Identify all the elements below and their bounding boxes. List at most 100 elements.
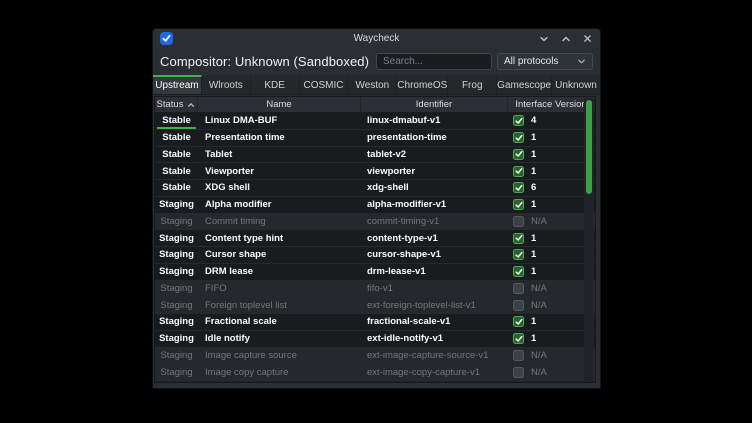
- table-row[interactable]: StableXDG shellxdg-shell6: [155, 180, 595, 197]
- window-title: Waycheck: [153, 33, 600, 44]
- titlebar[interactable]: Waycheck: [153, 29, 600, 48]
- interface-version-cell: 1: [508, 314, 595, 330]
- status-cell: Stable: [155, 163, 198, 179]
- waycheck-window: Waycheck Compositor: Unknown (Sandboxed): [152, 28, 601, 389]
- table-row[interactable]: StableTablettablet-v21: [155, 147, 595, 164]
- name-cell: Tablet: [198, 147, 361, 163]
- name-cell: Presentation time: [198, 130, 361, 146]
- table-row[interactable]: StagingFractional scalefractional-scale-…: [155, 314, 595, 331]
- tab-wlroots[interactable]: Wlroots: [202, 75, 251, 94]
- minimize-button[interactable]: [538, 33, 549, 44]
- status-cell: Stable: [155, 180, 198, 196]
- name-cell: FIFO: [198, 281, 361, 297]
- tab-weston[interactable]: Weston: [348, 75, 397, 94]
- table-row[interactable]: StagingIdle notifyext-idle-notify-v11: [155, 331, 595, 348]
- table-header: Status Name Identifier Interface Version: [155, 97, 595, 113]
- identifier-cell: fifo-v1: [361, 281, 508, 297]
- table-row[interactable]: StablePresentation timepresentation-time…: [155, 130, 595, 147]
- version-value: 1: [531, 149, 536, 160]
- tab-frog[interactable]: Frog: [448, 75, 497, 94]
- compositor-label: Compositor: Unknown (Sandboxed): [160, 54, 369, 69]
- tab-unknown[interactable]: Unknown: [552, 75, 600, 94]
- tab-gamescope[interactable]: Gamescope: [497, 75, 552, 94]
- table-row[interactable]: StableLinux DMA-BUFlinux-dmabuf-v14: [155, 113, 595, 130]
- checkbox-unchecked-icon: [513, 216, 524, 227]
- checkbox-checked-icon: [513, 249, 524, 260]
- identifier-cell: ext-idle-notify-v1: [361, 331, 508, 347]
- tab-kde[interactable]: KDE: [251, 75, 300, 94]
- version-value: 1: [531, 166, 536, 177]
- tab-chromeos[interactable]: ChromeOS: [397, 75, 448, 94]
- identifier-cell: fractional-scale-v1: [361, 314, 508, 330]
- identifier-cell: cursor-shape-v1: [361, 247, 508, 263]
- column-header-name[interactable]: Name: [198, 97, 361, 112]
- identifier-cell: ext-foreign-toplevel-list-v1: [361, 297, 508, 313]
- identifier-cell: content-type-v1: [361, 230, 508, 246]
- interface-version-cell: N/A: [508, 214, 595, 230]
- maximize-button[interactable]: [560, 33, 571, 44]
- status-cell: Staging: [155, 348, 198, 364]
- protocol-table-body: StableLinux DMA-BUFlinux-dmabuf-v14Stabl…: [155, 113, 595, 381]
- status-cell: Staging: [155, 297, 198, 313]
- table-row[interactable]: StagingImage capture sourceext-image-cap…: [155, 348, 595, 365]
- table-row[interactable]: StagingCursor shapecursor-shape-v11: [155, 247, 595, 264]
- name-cell: Linux DMA-BUF: [198, 113, 361, 129]
- status-cell: Stable: [155, 147, 198, 163]
- version-value: N/A: [531, 300, 547, 311]
- tab-upstream[interactable]: Upstream: [153, 75, 202, 94]
- interface-version-cell: N/A: [508, 281, 595, 297]
- version-value: N/A: [531, 216, 547, 227]
- interface-version-cell: N/A: [508, 348, 595, 364]
- close-button[interactable]: [582, 33, 593, 44]
- name-cell: Content type hint: [198, 230, 361, 246]
- name-cell: XDG shell: [198, 180, 361, 196]
- checkbox-checked-icon: [513, 316, 524, 327]
- identifier-cell: commit-timing-v1: [361, 214, 508, 230]
- table-row[interactable]: StagingContent type hintcontent-type-v11: [155, 230, 595, 247]
- identifier-cell: ext-image-copy-capture-v1: [361, 364, 508, 380]
- column-header-identifier[interactable]: Identifier: [361, 97, 508, 112]
- name-cell: Alpha modifier: [198, 197, 361, 213]
- chevron-up-icon: [561, 34, 571, 44]
- status-cell: Staging: [155, 214, 198, 230]
- search-input[interactable]: [376, 53, 492, 70]
- checkbox-unchecked-icon: [513, 367, 524, 378]
- table-row[interactable]: StagingImage copy captureext-image-copy-…: [155, 364, 595, 381]
- interface-version-cell: 1: [508, 230, 595, 246]
- version-value: 1: [531, 132, 536, 143]
- vertical-scrollbar[interactable]: [584, 98, 594, 381]
- status-cell: Staging: [155, 364, 198, 380]
- name-cell: Idle notify: [198, 331, 361, 347]
- column-header-interface-version[interactable]: Interface Version: [508, 97, 595, 112]
- table-row[interactable]: StableViewporterviewporter1: [155, 163, 595, 180]
- version-value: 1: [531, 233, 536, 244]
- identifier-cell: xdg-shell: [361, 180, 508, 196]
- table-row[interactable]: StagingForeign toplevel listext-foreign-…: [155, 297, 595, 314]
- status-cell: Staging: [155, 281, 198, 297]
- close-icon: [583, 34, 592, 43]
- status-cell: Staging: [155, 314, 198, 330]
- table-row[interactable]: StagingFIFOfifo-v1 N/A: [155, 281, 595, 298]
- interface-version-cell: 6: [508, 180, 595, 196]
- chevron-down-icon: [577, 57, 586, 66]
- tab-cosmic[interactable]: COSMIC: [300, 75, 349, 94]
- checkbox-checked-icon: [513, 132, 524, 143]
- protocol-filter-dropdown[interactable]: All protocols: [497, 53, 593, 70]
- checkbox-checked-icon: [513, 333, 524, 344]
- checkbox-checked-icon: [513, 199, 524, 210]
- table-row[interactable]: StagingCommit timingcommit-timing-v1N/A: [155, 214, 595, 231]
- version-value: N/A: [531, 350, 547, 361]
- name-cell: DRM lease: [198, 264, 361, 280]
- status-cell: Stable: [155, 130, 198, 146]
- interface-version-cell: 1: [508, 147, 595, 163]
- name-cell: Cursor shape: [198, 247, 361, 263]
- table-row[interactable]: StagingDRM leasedrm-lease-v11: [155, 264, 595, 281]
- interface-version-cell: 1: [508, 197, 595, 213]
- toolbar: Compositor: Unknown (Sandboxed) All prot…: [153, 48, 600, 75]
- column-header-status[interactable]: Status: [155, 97, 198, 112]
- scrollbar-thumb[interactable]: [586, 100, 592, 194]
- tab-bar: UpstreamWlrootsKDECOSMICWestonChromeOSFr…: [153, 75, 600, 95]
- version-value: N/A: [531, 283, 547, 294]
- table-row[interactable]: StagingAlpha modifieralpha-modifier-v11: [155, 197, 595, 214]
- interface-version-cell: 1: [508, 163, 595, 179]
